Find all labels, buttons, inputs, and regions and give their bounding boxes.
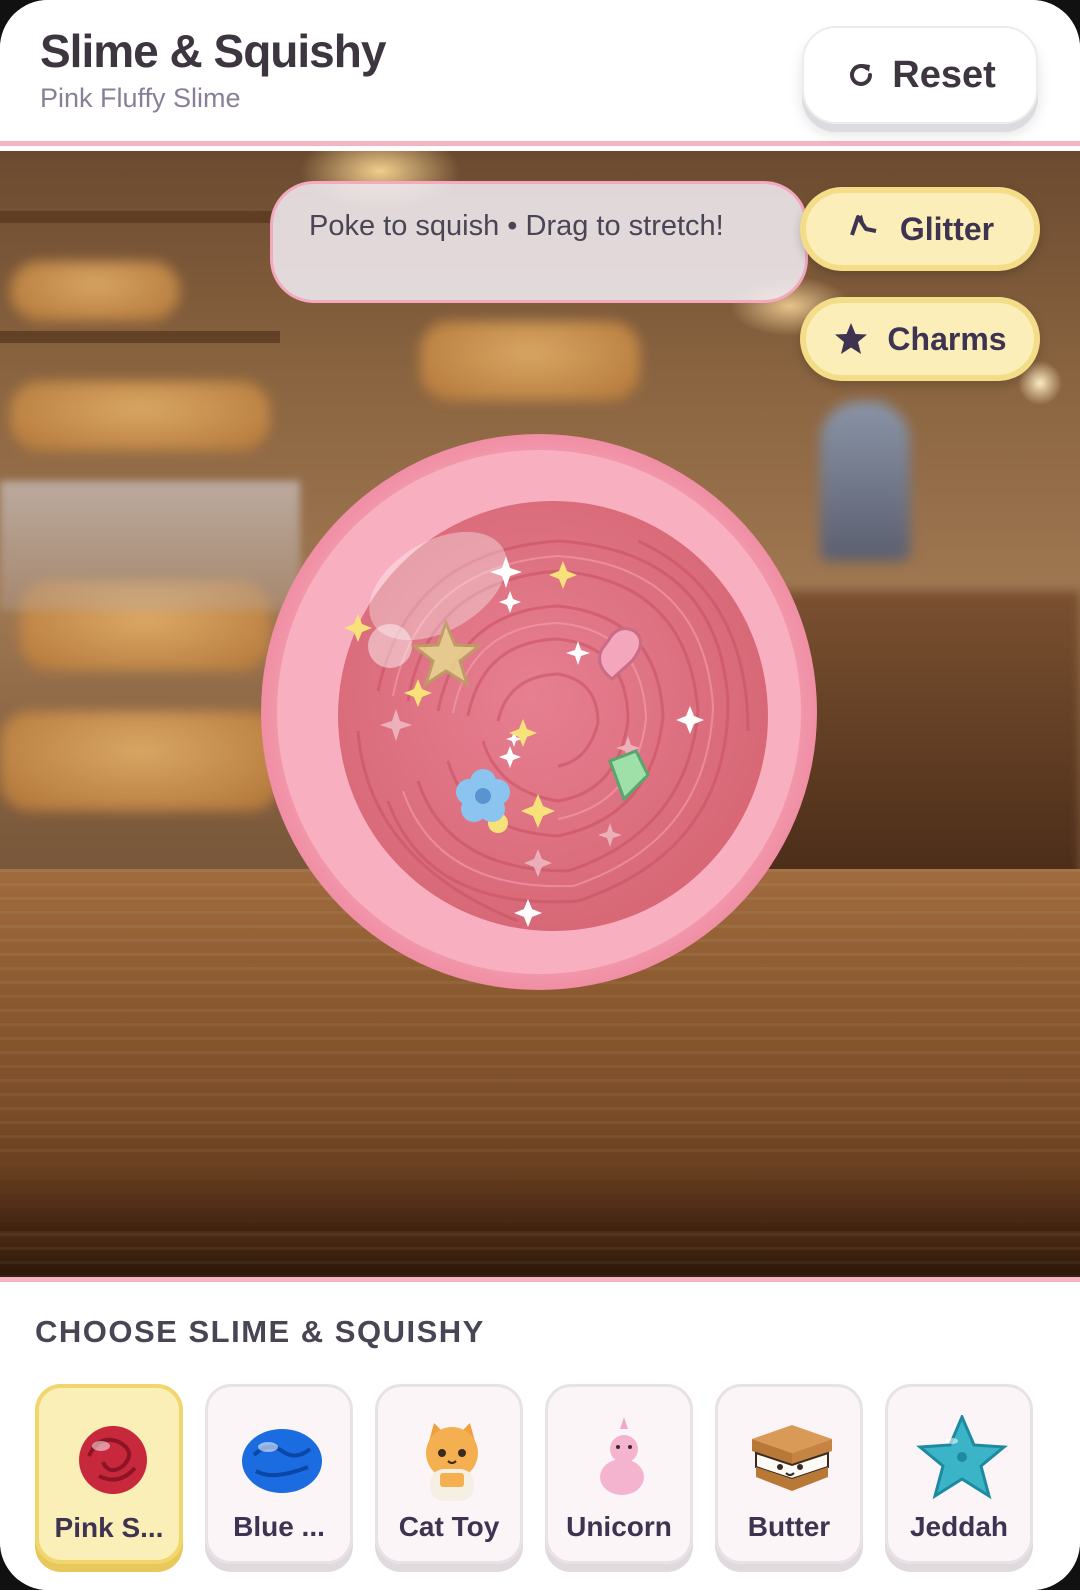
chooser-item-pink-slime[interactable]: Pink S... (35, 1384, 183, 1564)
glitter-button[interactable]: Glitter (800, 187, 1040, 271)
shelf (0, 211, 280, 223)
charms-label: Charms (887, 320, 1007, 357)
display-case (0, 481, 300, 611)
sparkle-icon (846, 211, 882, 247)
pastry-blur (0, 711, 280, 811)
chooser-item-label: Unicorn (566, 1511, 672, 1542)
app-header: Slime & Squishy Pink Fluffy Slime Reset (0, 0, 1080, 146)
person-blur (820, 401, 910, 561)
blue-slime-icon (208, 1415, 350, 1503)
chooser-item-blue-slime[interactable]: Blue ... (205, 1384, 353, 1564)
chooser-item-label: Jeddah (909, 1511, 1009, 1542)
reset-button[interactable]: Reset (802, 26, 1038, 124)
pastry-blur (10, 381, 270, 451)
chooser-panel: CHOOSE SLIME & SQUISHY Pink S... Blue ..… (0, 1277, 1080, 1590)
shelf (0, 331, 280, 343)
chooser-item-cat-toy[interactable]: Cat Toy (375, 1384, 523, 1564)
reset-label: Reset (892, 53, 996, 96)
pink-slime-icon (39, 1416, 179, 1504)
pink-slime-blob[interactable] (258, 431, 820, 993)
pastry-blur (420, 321, 640, 401)
chooser-heading: CHOOSE SLIME & SQUISHY (35, 1314, 485, 1349)
page-title: Slime & Squishy (40, 25, 386, 77)
unicorn-icon (548, 1415, 690, 1503)
cat-toy-icon (378, 1415, 520, 1503)
butter-sandwich-icon (718, 1415, 860, 1503)
star-squishy-icon (888, 1413, 1030, 1503)
play-scene[interactable]: Poke to squish • Drag to stretch! Glitte… (0, 151, 1080, 1277)
chooser-item-label: Butter (747, 1511, 831, 1542)
hint-bubble: Poke to squish • Drag to stretch! (270, 181, 808, 303)
chooser-item-unicorn[interactable]: Unicorn (545, 1384, 693, 1564)
table-edge (0, 1161, 1080, 1231)
page-subtitle: Pink Fluffy Slime (40, 83, 241, 113)
chooser-item-jeddah[interactable]: Jeddah (885, 1384, 1033, 1564)
chooser-item-label: Pink S... (54, 1512, 164, 1543)
charms-button[interactable]: Charms (800, 297, 1040, 381)
star-icon (833, 321, 869, 357)
glitter-label: Glitter (899, 210, 995, 247)
refresh-icon (844, 58, 878, 92)
chooser-item-label: Blue ... (233, 1511, 325, 1542)
chooser-item-butter[interactable]: Butter (715, 1384, 863, 1564)
chooser-list: Pink S... Blue ... Cat Toy Unicorn Butte… (35, 1384, 1045, 1564)
chooser-item-label: Cat Toy (398, 1511, 500, 1542)
app-window: Slime & Squishy Pink Fluffy Slime Reset … (0, 0, 1080, 1590)
pastry-blur (10, 261, 180, 321)
